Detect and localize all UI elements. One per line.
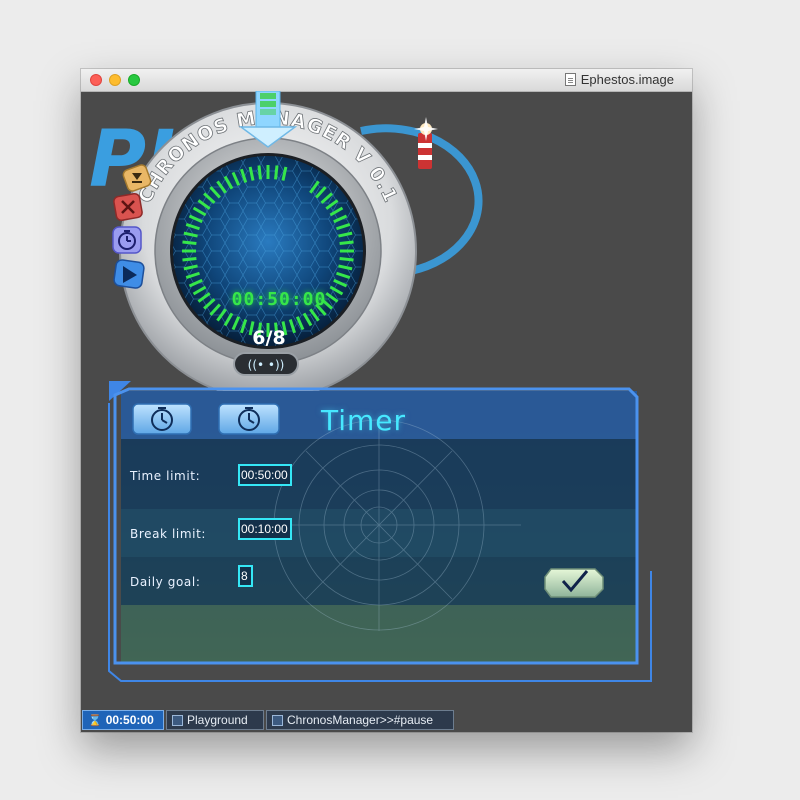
title-bar: Ephestos.image (81, 69, 692, 92)
side-button-close[interactable] (113, 192, 143, 222)
taskbar: ⌛ 00:50:00 Playground ChronosManager>>#p… (81, 709, 692, 732)
document-icon (564, 73, 576, 86)
pharo-window: Ephestos.image PL CHRONOS M NAGER V 0.1 … (81, 69, 692, 732)
progress-tick (257, 165, 262, 180)
progress-tick (182, 240, 197, 245)
taskbar-item-debugger[interactable]: ChronosManager>>#pause (266, 710, 454, 730)
break-limit-label: Break limit: (130, 527, 207, 541)
progress-tick (182, 257, 197, 262)
close-window-button[interactable] (90, 74, 102, 86)
daily-goal-label: Daily goal: (130, 575, 201, 589)
window-title-text: Ephestos.image (580, 72, 674, 87)
window-icon (172, 714, 183, 726)
zoom-window-button[interactable] (128, 74, 140, 86)
break-limit-input[interactable] (238, 518, 292, 540)
hourglass-icon: ⌛ (88, 714, 102, 727)
window-title: Ephestos.image (564, 72, 674, 87)
time-limit-input[interactable] (238, 464, 292, 486)
progress-tick (274, 165, 279, 180)
progress-tick (339, 257, 354, 262)
minimize-window-button[interactable] (109, 74, 121, 86)
goal-progress: 6/8 (252, 327, 286, 349)
svg-text:((• •)): ((• •)) (248, 358, 285, 372)
timer-mode-button-2[interactable] (218, 403, 280, 435)
timer-mode-button-1[interactable] (132, 403, 192, 435)
sound-icon[interactable]: ((• •)) (233, 352, 299, 376)
time-limit-label: Time limit: (130, 469, 201, 483)
taskbar-item-label: 00:50:00 (105, 713, 154, 727)
debugger-icon (272, 714, 283, 726)
chronos-graphics: PL CHRONOS MANAGER V 0.1 (89, 91, 652, 682)
daily-goal-input[interactable] (238, 565, 253, 587)
taskbar-item-label: Playground (187, 713, 248, 727)
world-canvas: PL CHRONOS MANAGER V 0.1 (81, 91, 692, 709)
taskbar-item-label: ChronosManager>>#pause (287, 713, 434, 727)
progress-tick (339, 240, 354, 245)
timer-panel-title: Timer (321, 404, 407, 437)
confirm-button[interactable] (544, 568, 604, 598)
taskbar-item-timer[interactable]: ⌛ 00:50:00 (82, 710, 164, 730)
side-button-timer[interactable] (112, 226, 142, 254)
time-display: 00:50:00 (231, 289, 327, 310)
side-button-play[interactable] (113, 259, 145, 289)
taskbar-item-playground[interactable]: Playground (166, 710, 264, 730)
